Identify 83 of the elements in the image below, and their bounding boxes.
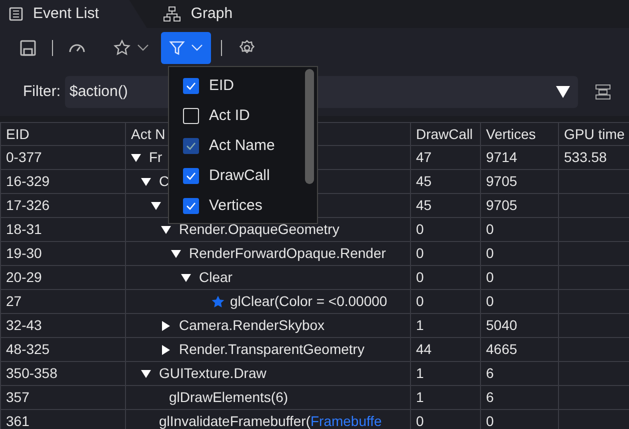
event-name: C	[159, 172, 170, 191]
table-cell: 0	[480, 290, 558, 314]
table-cell: 0	[410, 218, 480, 242]
expanded-arrow-icon[interactable]	[181, 272, 191, 282]
table-cell: 45	[410, 170, 480, 194]
tab[interactable]: Graph	[146, 0, 253, 28]
column-toggle[interactable]: DrawCall	[169, 161, 303, 191]
scrollbar-thumb[interactable]	[305, 69, 314, 184]
filter-icon	[169, 40, 185, 56]
table-cell: 17-326	[0, 194, 126, 218]
table-cell: 361	[0, 410, 126, 429]
checkmark-icon	[186, 82, 196, 90]
table-cell: 32-43	[0, 314, 126, 338]
table-cell: 0	[410, 266, 480, 290]
list-icon	[9, 7, 23, 21]
table-cell: 27	[0, 290, 126, 314]
table-cell: 48-325	[0, 338, 126, 362]
table-cell: 20-29	[0, 266, 126, 290]
table-cell: 6	[480, 386, 558, 410]
event-name: Fr	[149, 148, 162, 167]
save-icon[interactable]	[18, 38, 38, 58]
collapsed-arrow-icon[interactable]	[161, 344, 171, 354]
object-link[interactable]: Framebuffe	[310, 413, 382, 429]
checkmark-icon	[186, 202, 196, 210]
column-header[interactable]: GPU time	[558, 122, 629, 146]
event-name: glClear(Color = <0.00000	[230, 292, 388, 311]
expanded-arrow-icon[interactable]	[141, 368, 151, 378]
table-cell: 357	[0, 386, 126, 410]
table-cell: 0	[480, 218, 558, 242]
column-header[interactable]: Vertices	[480, 122, 558, 146]
checkmark-icon	[186, 142, 196, 150]
table-cell: 18-31	[0, 218, 126, 242]
bookmark-menu-button[interactable]	[113, 39, 149, 57]
column-header[interactable]: DrawCall	[410, 122, 480, 146]
table-cell: 47	[410, 146, 480, 170]
checkbox[interactable]	[183, 108, 199, 124]
checkmark-icon	[186, 172, 196, 180]
filter-label: Filter:	[23, 82, 60, 102]
checkbox[interactable]	[183, 78, 199, 94]
table-cell: 0	[480, 266, 558, 290]
expanded-arrow-icon[interactable]	[161, 224, 171, 234]
hierarchy-icon	[162, 6, 181, 22]
collapsed-arrow-icon[interactable]	[161, 320, 171, 330]
table-cell: 0	[410, 290, 480, 314]
table-cell: 4665	[480, 338, 558, 362]
event-name: Render.OpaqueGeometry	[179, 220, 340, 239]
expanded-arrow-icon[interactable]	[151, 200, 161, 210]
column-header[interactable]: EID	[0, 122, 126, 146]
table-cell: 45	[410, 194, 480, 218]
table-cell: 16-329	[0, 170, 126, 194]
table-cell: 0	[480, 242, 558, 266]
table-cell: 9705	[480, 194, 558, 218]
event-name: Camera.RenderSkybox	[179, 316, 325, 335]
table-cell: 19-30	[0, 242, 126, 266]
chevron-down-icon	[191, 44, 203, 52]
column-toggle[interactable]: Vertices	[169, 191, 303, 221]
table-cell: 6	[480, 362, 558, 386]
expanded-arrow-icon[interactable]	[141, 176, 151, 186]
tab[interactable]: Event List	[0, 0, 147, 28]
checkbox[interactable]	[183, 168, 199, 184]
table-cell: 0	[410, 242, 480, 266]
table-cell: 9714	[480, 146, 558, 170]
table-cell: 9705	[480, 170, 558, 194]
event-name: glDrawElements(6)	[169, 388, 288, 407]
dropdown-arrow-icon[interactable]	[556, 86, 570, 98]
chevron-down-icon	[137, 44, 149, 52]
table-cell: 5040	[480, 314, 558, 338]
expanded-arrow-icon[interactable]	[171, 248, 181, 258]
table-cell: 350-358	[0, 362, 126, 386]
expanded-arrow-icon[interactable]	[131, 152, 141, 162]
table-cell: 1	[410, 386, 480, 410]
event-name: glInvalidateFramebuffer(Framebuffe	[159, 412, 382, 429]
layout-icon[interactable]	[594, 84, 610, 100]
event-name: Clear	[199, 268, 232, 287]
event-name: Render.TransparentGeometry	[179, 340, 364, 359]
table-cell: 1	[410, 362, 480, 386]
event-name: RenderForwardOpaque.Render	[189, 244, 386, 263]
table-cell: 0-377	[0, 146, 126, 170]
checkbox[interactable]	[183, 198, 199, 214]
event-name: GUITexture.Draw	[159, 364, 266, 383]
table-cell: 1	[410, 314, 480, 338]
filter-menu-button[interactable]	[161, 32, 211, 64]
table-cell: 44	[410, 338, 480, 362]
